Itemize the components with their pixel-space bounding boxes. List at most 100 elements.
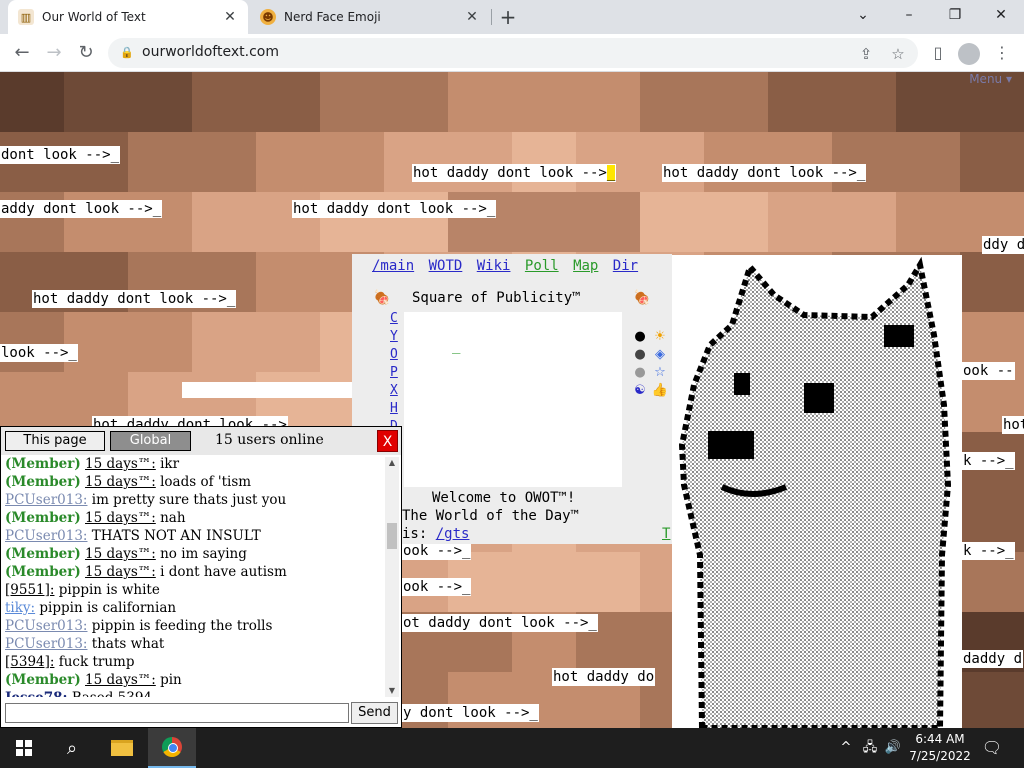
chat-nickname[interactable]: Jesse78: — [5, 690, 68, 697]
chat-nickname[interactable]: (Member) — [5, 564, 81, 580]
chat-member-name[interactable]: 15 days™: — [85, 546, 156, 562]
chat-message-text: nah — [155, 510, 186, 526]
browser-toolbar: ← → ↻ 🔒 ourworldoftext.com ⇪ ☆ ▯ ⋮ — [0, 34, 1024, 72]
owot-canvas[interactable]: Menu ▾ dont look -->_ hot daddy dont loo… — [0, 72, 1024, 728]
tab-nerd-face-emoji[interactable]: ☻ Nerd Face Emoji ✕ — [250, 0, 490, 34]
link-wiki[interactable]: Wiki — [477, 258, 511, 274]
chat-message-input[interactable] — [5, 703, 349, 723]
chat-nickname[interactable]: PCUser013: — [5, 492, 87, 508]
wotd-link[interactable]: /gts — [436, 526, 470, 542]
kebab-menu-icon[interactable]: ⋮ — [988, 39, 1016, 67]
scroll-up-arrow-icon[interactable]: ▲ — [385, 457, 399, 469]
share-icon[interactable]: ⇪ — [856, 44, 876, 64]
mosaic-tile — [640, 192, 704, 252]
chat-send-button[interactable]: Send — [351, 702, 398, 724]
url-text[interactable]: ourworldoftext.com — [142, 44, 279, 60]
link-poll[interactable]: Poll — [525, 258, 559, 274]
mosaic-tile — [192, 312, 256, 372]
scroll-down-arrow-icon[interactable]: ▼ — [385, 685, 399, 697]
letter-link[interactable]: H — [390, 400, 398, 418]
mosaic-tile — [576, 72, 640, 132]
forward-arrow-icon[interactable]: → — [40, 39, 68, 67]
chat-nickname[interactable]: [9551]: — [5, 582, 54, 598]
mosaic-tile — [320, 132, 384, 192]
close-icon[interactable]: ✕ — [464, 9, 480, 25]
chat-close-button[interactable]: X — [377, 430, 398, 452]
chat-message: (Member) 15 days™: nah — [5, 509, 385, 527]
chat-nickname[interactable]: (Member) — [5, 474, 81, 490]
network-icon[interactable]: 🖧 — [858, 728, 882, 768]
mosaic-tile — [832, 72, 896, 132]
close-icon[interactable]: ✕ — [222, 9, 238, 25]
chat-member-name[interactable]: 15 days™: — [85, 474, 156, 490]
chat-nickname[interactable]: (Member) — [5, 456, 81, 472]
chat-scrollbar[interactable]: ▲ ▼ — [385, 457, 399, 697]
link-wotd[interactable]: WOTD — [429, 258, 463, 274]
mosaic-tile — [960, 252, 1024, 312]
square-of-publicity-box[interactable]: _ — [404, 312, 622, 487]
address-bar[interactable]: 🔒 ourworldoftext.com ⇪ ☆ — [108, 38, 918, 68]
chat-log[interactable]: (Member) 15 days™: ikr (Member) 15 days™:… — [5, 455, 385, 697]
chat-nickname[interactable]: (Member) — [5, 510, 81, 526]
chat-nickname[interactable]: (Member) — [5, 546, 81, 562]
notifications-icon[interactable]: 🗨 — [980, 728, 1004, 768]
restore-button[interactable]: ❐ — [932, 0, 978, 30]
bookmark-star-icon[interactable]: ☆ — [888, 44, 908, 64]
letter-link[interactable]: P — [390, 364, 398, 382]
square-letters: C Y O P X H D — [390, 310, 398, 436]
profile-avatar[interactable] — [958, 43, 980, 65]
letter-link[interactable]: Y — [390, 328, 398, 346]
side-icon-column: ● ☀ ● ◈ ● ☆ ☯ 👍 — [630, 328, 670, 400]
link-dir[interactable]: Dir — [613, 258, 638, 274]
scroll-thumb[interactable] — [387, 523, 397, 549]
chat-nickname[interactable]: tiky: — [5, 600, 35, 616]
link-main[interactable]: /main — [372, 258, 414, 274]
meat-icon: 🍖 — [373, 290, 391, 306]
close-window-button[interactable]: ✕ — [978, 0, 1024, 30]
back-arrow-icon[interactable]: ← — [8, 39, 36, 67]
chat-message-text: pippin is feeding the trolls — [87, 618, 273, 634]
letter-link[interactable]: C — [390, 310, 398, 328]
letter-link[interactable]: X — [390, 382, 398, 400]
world-text: hot daddy dont look -->_ — [292, 200, 497, 218]
chat-tab-global[interactable]: Global — [110, 431, 191, 451]
chat-member-name[interactable]: 15 days™: — [85, 564, 156, 580]
mosaic-tile — [960, 552, 1024, 612]
mosaic-tile — [384, 72, 448, 132]
chat-tab-this-page[interactable]: This page — [5, 431, 105, 451]
t-link[interactable]: T — [662, 526, 670, 542]
chat-nickname[interactable]: [5394]: — [5, 654, 54, 670]
tab-search-button[interactable]: ⌄ — [840, 0, 886, 30]
sun-icon: ☀ — [654, 329, 666, 344]
chat-nickname[interactable]: PCUser013: — [5, 618, 87, 634]
start-button[interactable] — [0, 728, 48, 768]
mosaic-tile — [832, 132, 896, 192]
tab-our-world-of-text[interactable]: ▥ Our World of Text ✕ — [8, 0, 248, 34]
chat-nickname[interactable]: PCUser013: — [5, 528, 87, 544]
mosaic-tile — [768, 72, 832, 132]
link-map[interactable]: Map — [573, 258, 598, 274]
chat-member-name[interactable]: 15 days™: — [85, 672, 156, 688]
mosaic-tile — [256, 252, 320, 312]
chrome-taskbar-button[interactable] — [148, 728, 196, 768]
mosaic-tile — [896, 192, 960, 252]
letter-link[interactable]: O — [390, 346, 398, 364]
file-explorer-button[interactable] — [98, 728, 146, 768]
taskbar-clock[interactable]: 6:44 AM 7/25/2022 — [900, 731, 980, 765]
reload-icon[interactable]: ↻ — [72, 39, 100, 67]
chat-nickname[interactable]: (Member) — [5, 672, 81, 688]
chat-message: [9551]: pippin is white — [5, 581, 385, 599]
chat-member-name[interactable]: 15 days™: — [85, 456, 156, 472]
minimize-button[interactable]: – — [886, 0, 932, 30]
tray-chevron-icon[interactable]: ^ — [836, 728, 856, 768]
mosaic-tile — [640, 72, 704, 132]
chat-message: tiky: pippin is californian — [5, 599, 385, 617]
side-panel-icon[interactable]: ▯ — [924, 39, 952, 67]
search-icon[interactable]: ⌕ — [48, 728, 96, 768]
chat-nickname[interactable]: PCUser013: — [5, 636, 87, 652]
new-tab-button[interactable]: + — [496, 5, 520, 29]
mosaic-tile — [832, 192, 896, 252]
dot-icon: ● — [634, 365, 646, 380]
menu-link[interactable]: Menu ▾ — [969, 72, 1012, 86]
chat-member-name[interactable]: 15 days™: — [85, 510, 156, 526]
